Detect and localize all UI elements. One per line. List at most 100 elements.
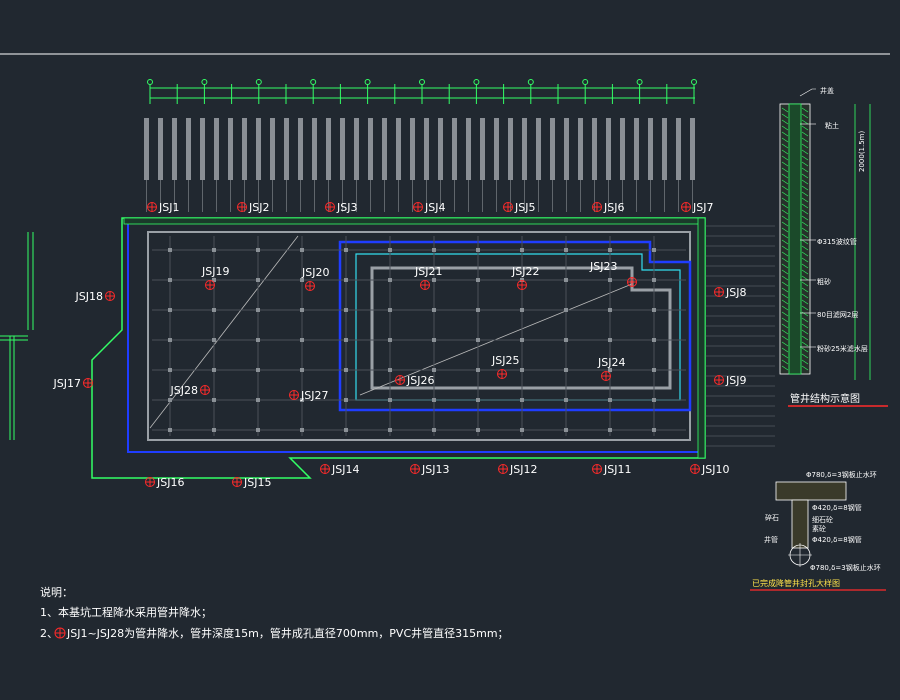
bar-shape — [144, 118, 149, 180]
well-label: JSJ16 — [156, 476, 184, 489]
well-marker: JSJ8 — [714, 286, 746, 299]
notes-heading: 说明： — [40, 585, 73, 599]
well-label: JSJ11 — [603, 463, 631, 476]
bar-shape — [186, 118, 191, 180]
well-label: JSJ21 — [414, 265, 442, 278]
well-structure-title: 管井结构示意图 — [790, 392, 860, 405]
bar-shape — [270, 118, 275, 180]
bar-shape — [606, 118, 611, 180]
ws-label-3: 粗砂 — [817, 277, 831, 286]
well-label: JSJ18 — [75, 290, 103, 303]
bar-shape — [634, 118, 639, 180]
well-label: JSJ10 — [701, 463, 729, 476]
well-label: JSJ17 — [53, 377, 81, 390]
bar-shape — [228, 118, 233, 180]
edge-ticks — [705, 225, 775, 447]
well-marker: JSJ7 — [681, 201, 713, 214]
bar-shape — [200, 118, 205, 180]
well-marker: JSJ23 — [589, 260, 637, 287]
well-label: JSJ3 — [336, 201, 357, 214]
well-label: JSJ13 — [421, 463, 449, 476]
seal-label-3: 细石砼 — [812, 515, 833, 524]
well-label: JSJ15 — [243, 476, 271, 489]
bar-shape — [648, 118, 653, 180]
well-marker: JSJ20 — [301, 266, 329, 291]
well-label: JSJ28 — [170, 384, 198, 397]
bar-shape — [368, 118, 373, 180]
bar-shape — [256, 118, 261, 180]
well-marker: JSJ22 — [511, 265, 539, 290]
bar-shape — [662, 118, 667, 180]
note-well-symbol — [54, 627, 66, 639]
well-label: JSJ4 — [424, 201, 445, 214]
well-marker: JSJ24 — [597, 356, 625, 381]
seal-label-2: 碎石 — [765, 513, 779, 522]
well-marker: JSJ9 — [714, 374, 746, 387]
bar-shape — [326, 118, 331, 180]
well-marker: JSJ1 — [147, 201, 179, 214]
well-label: JSJ20 — [301, 266, 329, 279]
seal-label-1: Φ420,δ=8钢管 — [812, 503, 862, 512]
well-marker: JSJ15 — [232, 476, 271, 489]
bar-shape — [312, 118, 317, 180]
well-label: JSJ12 — [509, 463, 537, 476]
left-detail — [0, 232, 34, 440]
seal-label-5: Φ420,δ=8钢管 — [812, 535, 862, 544]
well-label: JSJ25 — [491, 354, 519, 367]
bar-shape — [354, 118, 359, 180]
well-markers: JSJ1 JSJ2 JSJ3 JSJ4 JSJ5 JSJ6 JSJ7 JSJ8 JSJ9 JSJ1… — [53, 201, 747, 489]
adjacent-building-bars — [144, 118, 695, 212]
bar-shape — [410, 118, 415, 180]
bar-shape — [690, 118, 695, 180]
bar-shape — [242, 118, 247, 180]
bar-shape — [550, 118, 555, 180]
well-marker: JSJ14 — [320, 463, 359, 476]
well-marker: JSJ18 — [75, 290, 115, 303]
cad-drawing: JSJ1 JSJ2 JSJ3 JSJ4 JSJ5 JSJ6 JSJ7 JSJ8 JSJ9 JSJ1… — [0, 53, 890, 640]
well-label: JSJ14 — [331, 463, 359, 476]
dimension-chain — [147, 79, 697, 104]
well-structure-schematic: 管井结构示意图 2000(1.5m) 井盖 粘土 Φ315波纹管 粗砂 80目滤… — [779, 86, 888, 407]
well-label: JSJ27 — [300, 389, 328, 402]
bar-shape — [676, 118, 681, 180]
well-marker: JSJ10 — [690, 463, 729, 476]
notes: 说明： 1、本基坑工程降水采用管井降水； 2、 JSJ1~JSJ28为管井降水，… — [40, 585, 509, 640]
bar-shape — [214, 118, 219, 180]
ws-label-1: 粘土 — [825, 121, 839, 130]
well-label: JSJ1 — [158, 201, 179, 214]
well-label: JSJ19 — [201, 265, 229, 278]
bar-shape — [578, 118, 583, 180]
well-label: JSJ7 — [692, 201, 713, 214]
bar-shape — [508, 118, 513, 180]
dim-label: 2000(1.5m) — [858, 131, 866, 172]
notes-line2: JSJ1~JSJ28为管井降水，管井深度15m，管井成孔直径700mm，PVC井… — [66, 626, 509, 640]
well-label: JSJ26 — [406, 374, 434, 387]
bar-shape — [298, 118, 303, 180]
well-marker: JSJ25 — [491, 354, 519, 379]
ws-label-5: 粉砂25米滤水层 — [817, 344, 868, 353]
seal-detail: Φ780,δ=3钢板止水环 Φ420,δ=8钢管 碎石 细石砼 素砼 Φ420,… — [750, 470, 886, 591]
well-marker: JSJ17 — [53, 377, 93, 390]
ws-label-4: 80目滤网2层 — [817, 310, 858, 319]
seal-detail-title: 已完成降管井封孔大样图 — [752, 578, 840, 588]
bar-shape — [480, 118, 485, 180]
well-label: JSJ24 — [597, 356, 625, 369]
bar-shape — [620, 118, 625, 180]
well-marker: JSJ16 — [145, 476, 184, 489]
well-label: JSJ23 — [589, 260, 617, 273]
well-label: JSJ6 — [603, 201, 624, 214]
bar-shape — [382, 118, 387, 180]
bar-shape — [522, 118, 527, 180]
well-marker: JSJ13 — [410, 463, 449, 476]
well-marker: JSJ5 — [503, 201, 535, 214]
well-label: JSJ5 — [514, 201, 535, 214]
well-marker: JSJ3 — [325, 201, 357, 214]
seal-label-7: Φ780,δ=3钢板止水环 — [810, 563, 881, 572]
bar-shape — [396, 118, 401, 180]
well-marker: JSJ11 — [592, 463, 631, 476]
bar-shape — [536, 118, 541, 180]
well-marker: JSJ2 — [237, 201, 269, 214]
seal-label-6: 井管 — [764, 535, 778, 544]
well-label: JSJ2 — [248, 201, 269, 214]
well-marker: JSJ4 — [413, 201, 445, 214]
